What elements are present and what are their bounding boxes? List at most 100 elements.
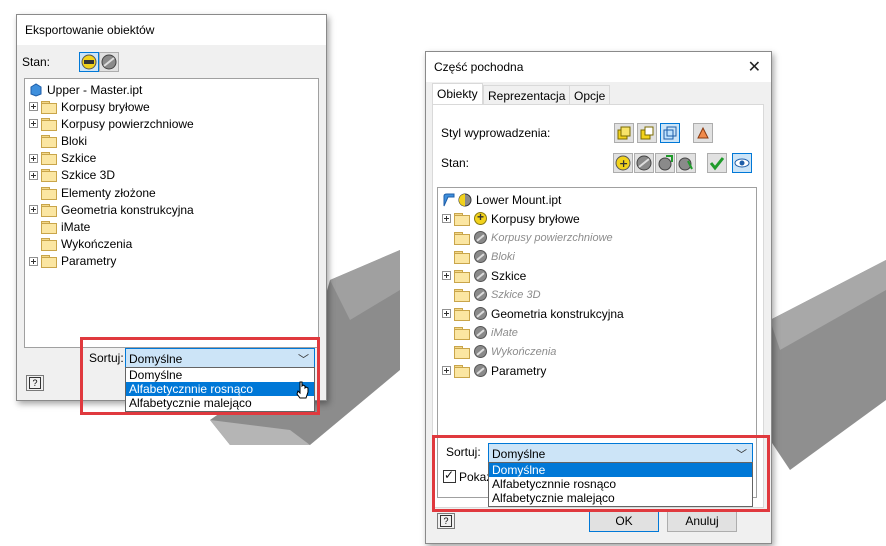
svg-text:+: + <box>619 157 628 170</box>
folder-icon <box>454 250 470 264</box>
sort-option[interactable]: Alfabetycznie malejąco <box>126 396 314 410</box>
sort-option[interactable]: Alfabetycznnie rosnąco <box>126 382 314 396</box>
sort-option[interactable]: Alfabetycznnie rosnąco <box>489 477 752 491</box>
root-label: Upper - Master.ipt <box>47 82 143 97</box>
state-check-button[interactable] <box>707 153 727 173</box>
folder-icon <box>454 345 470 359</box>
expand-icon[interactable] <box>29 256 38 266</box>
expand-icon[interactable] <box>29 205 38 215</box>
tab-representation[interactable]: Reprezentacja <box>483 85 571 105</box>
tree-item[interactable]: Korpusy powierzchniowe <box>442 229 613 246</box>
include-state-icon <box>81 54 97 70</box>
derive-style-single-solid-button[interactable] <box>614 123 634 143</box>
folder-icon <box>41 152 57 166</box>
folder-icon <box>454 307 470 321</box>
sort-value: Domyślne <box>129 352 183 366</box>
sort-dropdown: Domyślne Alfabetycznnie rosnąco Alfabetycz… <box>125 367 315 412</box>
tree-item[interactable]: Korpusy powierzchniowe <box>29 115 194 132</box>
exclude-status-icon[interactable] <box>474 326 487 339</box>
expand-icon[interactable] <box>442 309 451 318</box>
sort-combo[interactable]: Domyślne ﹀ <box>125 348 315 368</box>
derive-style-label: Styl wyprowadzenia: <box>441 126 551 140</box>
expand-icon[interactable] <box>442 271 451 280</box>
tree-item[interactable]: Szkice <box>442 267 526 284</box>
expand-icon[interactable] <box>29 102 38 111</box>
tree-item[interactable]: Wykończenia <box>29 236 132 253</box>
show-checkbox[interactable] <box>443 468 456 483</box>
tree-item[interactable]: iMate <box>442 324 518 341</box>
composite-icon <box>697 126 709 139</box>
tree-item[interactable]: Szkice <box>29 150 96 167</box>
tree-item[interactable]: Bloki <box>29 132 87 149</box>
exclude-status-icon[interactable] <box>474 307 487 320</box>
folder-icon <box>454 288 470 302</box>
exclude-state-icon <box>101 54 117 70</box>
tree-item[interactable]: iMate <box>29 218 90 235</box>
state-visibility-button[interactable] <box>732 153 752 173</box>
exclude-status-icon[interactable] <box>474 364 487 377</box>
folder-icon <box>454 212 470 226</box>
tree-item[interactable]: Geometria konstrukcyjna <box>442 305 624 322</box>
tree-item[interactable]: Parametry <box>442 362 546 379</box>
tree-item[interactable]: Bloki <box>442 248 515 265</box>
object-tree[interactable]: Upper - Master.ipt Korpusy bryłowe Korpus… <box>24 78 319 348</box>
tree-item-label: Szkice 3D <box>61 168 116 183</box>
mixed-state-icon <box>658 155 673 171</box>
include-icon: + <box>615 155 631 171</box>
tree-item[interactable]: Wykończenia <box>442 343 556 360</box>
include-status-icon[interactable] <box>474 210 487 225</box>
folder-icon <box>41 100 57 114</box>
state-include-button[interactable] <box>79 52 99 72</box>
sort-value: Domyślne <box>492 447 546 461</box>
state-select-button[interactable] <box>676 153 696 173</box>
state-mixed-button[interactable] <box>655 153 675 173</box>
titlebar: Eksportowanie obiektów <box>17 15 326 45</box>
tree-item-label: Szkice <box>61 151 97 166</box>
mouse-cursor-icon <box>296 381 309 399</box>
exclude-status-icon[interactable] <box>474 250 487 263</box>
state-exclude-button[interactable] <box>634 153 654 173</box>
tree-item[interactable]: Elementy złożone <box>29 184 156 201</box>
ok-button[interactable]: OK <box>589 511 659 532</box>
derive-style-surface-button[interactable] <box>660 123 680 143</box>
sort-option[interactable]: Domyślne <box>489 463 752 477</box>
tree-item[interactable]: Korpusy bryłowe <box>442 210 580 227</box>
expand-icon[interactable] <box>442 214 451 223</box>
sort-option[interactable]: Domyślne <box>126 368 314 382</box>
sort-combo[interactable]: Domyślne ﹀ <box>488 443 753 463</box>
chevron-down-icon: ﹀ <box>298 354 309 366</box>
tab-objects[interactable]: Obiekty <box>432 83 483 105</box>
tree-item-label: Szkice 3D <box>491 288 541 301</box>
folder-icon <box>41 117 57 131</box>
help-button[interactable]: ? <box>437 513 455 529</box>
tab-options[interactable]: Opcje <box>569 85 611 105</box>
close-icon[interactable]: ✕ <box>748 57 761 77</box>
folder-icon <box>454 364 470 378</box>
expand-icon[interactable] <box>29 170 38 180</box>
expand-icon[interactable] <box>29 119 38 129</box>
tree-item-label: Korpusy bryłowe <box>61 99 150 114</box>
derive-style-composite-button[interactable] <box>693 123 713 143</box>
cancel-button[interactable]: Anuluj <box>667 511 737 532</box>
help-button[interactable]: ? <box>26 375 44 391</box>
state-include-button[interactable]: + <box>613 153 633 173</box>
tree-item[interactable]: Szkice 3D <box>29 167 115 184</box>
derive-style-solid-bodies-button[interactable] <box>637 123 657 143</box>
tree-item[interactable]: Korpusy bryłowe <box>29 98 150 115</box>
exclude-status-icon[interactable] <box>474 288 487 301</box>
exclude-status-icon[interactable] <box>474 231 487 244</box>
tree-item[interactable]: Szkice 3D <box>442 286 541 303</box>
exclude-status-icon[interactable] <box>474 269 487 282</box>
expand-icon[interactable] <box>442 366 451 375</box>
sort-option[interactable]: Alfabetycznie malejąco <box>489 491 752 505</box>
tree-root[interactable]: Upper - Master.ipt <box>29 81 142 98</box>
tree-item[interactable]: Geometria konstrukcyjna <box>29 201 194 218</box>
export-objects-dialog: Eksportowanie obiektów Stan: Upper - Mas… <box>16 14 327 412</box>
tree-item-label: Geometria konstrukcyjna <box>491 306 624 321</box>
background-3d-model-right <box>770 260 886 470</box>
state-exclude-button[interactable] <box>99 52 119 72</box>
tree-item[interactable]: Parametry <box>29 253 116 270</box>
expand-icon[interactable] <box>29 153 38 163</box>
tree-root[interactable]: Lower Mount.ipt <box>442 191 561 208</box>
exclude-status-icon[interactable] <box>474 345 487 358</box>
